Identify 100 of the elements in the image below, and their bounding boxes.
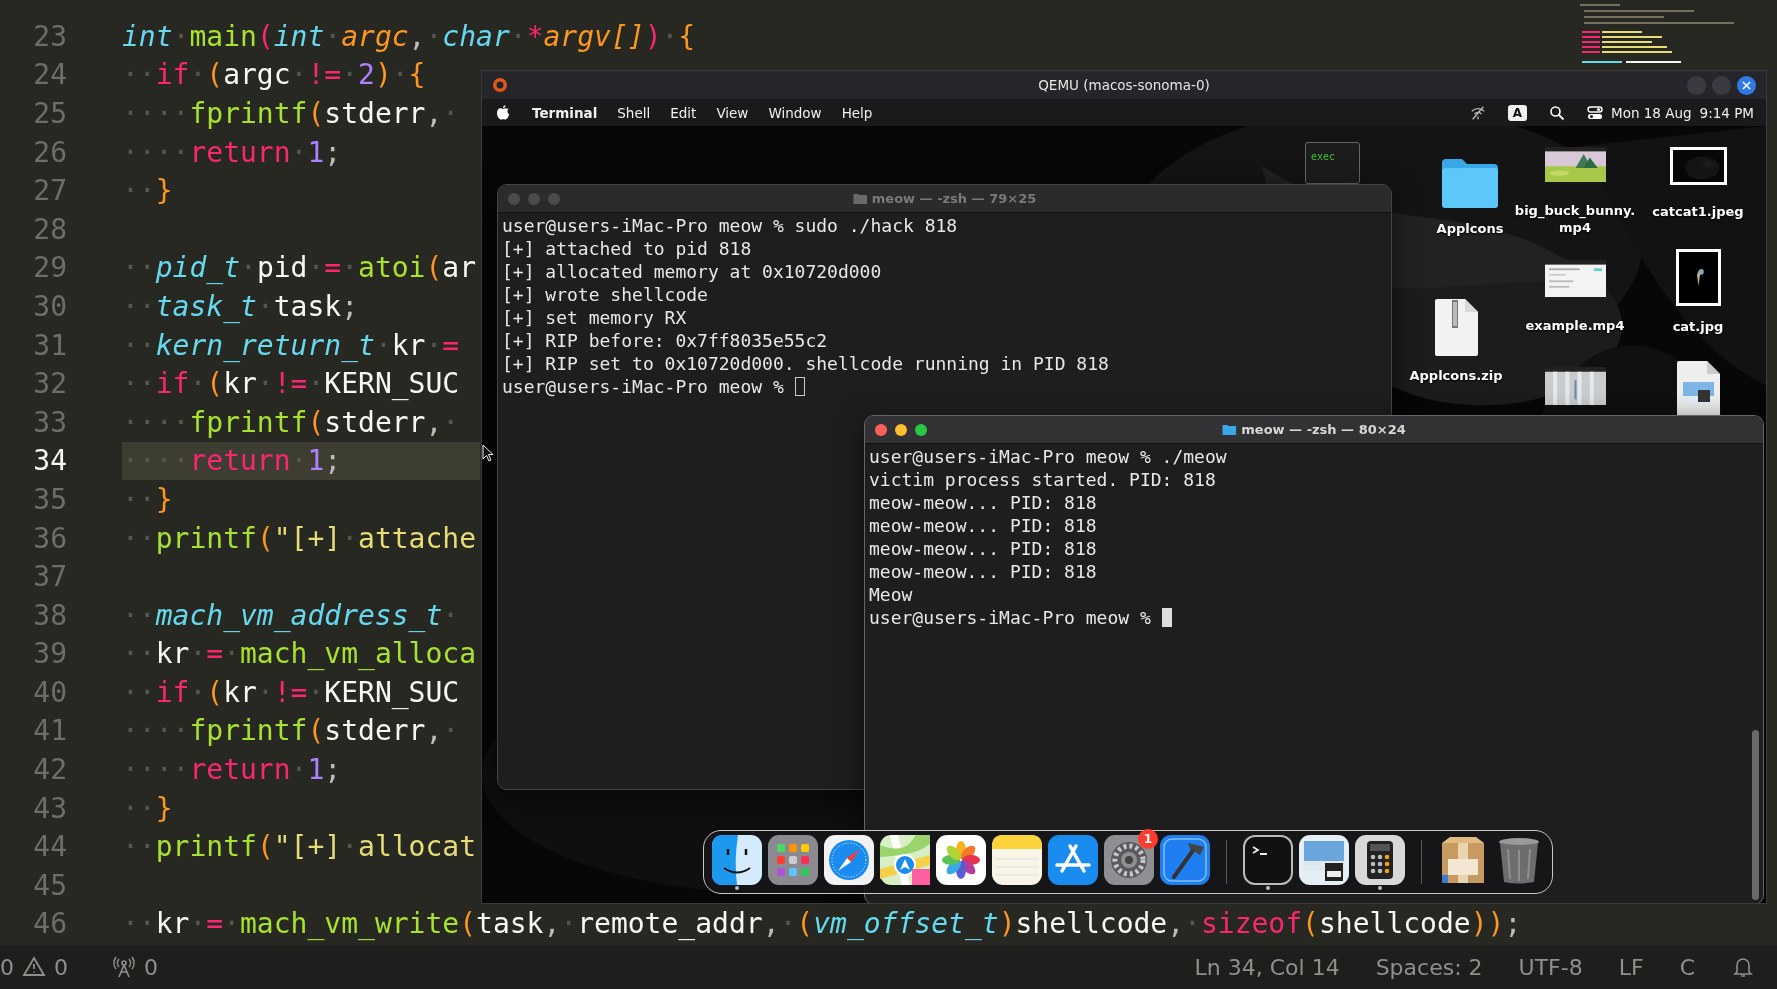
port-count[interactable]: 0 <box>144 954 158 980</box>
code-line: ··printf("[+]·allocat <box>122 830 477 864</box>
code-line: ··printf("[+]·attache <box>122 521 477 555</box>
minimize-button[interactable] <box>895 423 907 436</box>
warning-count[interactable]: 0 <box>54 954 68 980</box>
encoding[interactable]: UTF-8 <box>1518 954 1583 980</box>
error-count[interactable]: 0 <box>0 954 14 980</box>
window-thumbnail[interactable]: exec <box>1305 142 1360 184</box>
line-number: 34 <box>32 444 67 478</box>
scrollbar-thumb[interactable] <box>1752 730 1759 900</box>
file-name: big_buck_bunny. mp4 <box>1514 202 1636 236</box>
indentation[interactable]: Spaces: 2 <box>1375 954 1483 980</box>
terminal-line: meow-meow... PID: 818 <box>869 538 1097 559</box>
line-number: 39 <box>32 637 67 671</box>
terminal-line: [+] set memory RX <box>502 307 687 328</box>
line-number: 26 <box>32 135 67 169</box>
code-line: ··mach_vm_address_t· <box>122 598 460 632</box>
line-number: 24 <box>32 58 67 92</box>
apple-icon[interactable] <box>496 104 510 121</box>
app-menu[interactable]: Terminal <box>532 104 598 121</box>
menu-item[interactable]: Window <box>768 104 822 121</box>
line-number: 35 <box>32 482 67 516</box>
a-shape-icon[interactable] <box>1048 835 1098 885</box>
notepad-icon[interactable] <box>992 835 1042 885</box>
search-icon[interactable] <box>1549 104 1565 121</box>
terminal-line: meow-meow... PID: 818 <box>869 515 1097 536</box>
warning-icon[interactable] <box>22 955 46 979</box>
line-number: 28 <box>32 212 67 246</box>
smiling-face-icon[interactable] <box>712 835 762 885</box>
flower-icon[interactable] <box>936 835 986 885</box>
terminal-line: user@users-iMac-Pro meow % ./meow <box>869 446 1227 467</box>
terminal-line: [+] allocated memory at 0x10720d000 <box>502 261 882 282</box>
file-name: cat.jpg <box>1672 318 1724 335</box>
code-line: ··kr·=·mach_vm_write(task,·remote_addr,·(vm_offset_t)shellcode,·sizeof(shellcode)); <box>122 907 1522 941</box>
menu-item[interactable]: View <box>716 104 749 121</box>
app-grid-icon[interactable] <box>768 835 818 885</box>
line-number: 25 <box>32 97 67 130</box>
line-number: 45 <box>32 868 67 902</box>
code-line: ··if·(argc·!=·2)·{ <box>122 58 426 92</box>
map-icon[interactable] <box>880 835 930 885</box>
image-icon[interactable] <box>1299 835 1349 885</box>
close-icon <box>1742 80 1751 90</box>
code-line: ··} <box>122 174 173 208</box>
code-line: ··task_t·task; <box>122 289 359 323</box>
line-number: 42 <box>32 753 67 787</box>
line-number: 38 <box>32 598 67 632</box>
gear-icon[interactable] <box>1104 835 1154 885</box>
code-line: ····fprintf(stderr,· <box>122 97 460 130</box>
file-name: catcat1.jpeg <box>1652 203 1744 220</box>
compass-icon[interactable] <box>824 835 874 885</box>
terminal-line: [+] RIP set to 0x10720d000. shellcode running in PID 818 <box>502 353 1109 374</box>
cursor-position[interactable]: Ln 34, Col 14 <box>1194 954 1340 980</box>
line-number: 27 <box>32 174 67 208</box>
terminal-line: meow-meow... PID: 818 <box>869 492 1097 513</box>
close-button[interactable] <box>1737 75 1756 95</box>
menu-time[interactable]: 9:14 PM <box>1699 104 1754 121</box>
control-center-icon[interactable] <box>1587 104 1603 121</box>
line-number: 23 <box>32 19 67 53</box>
app-icon <box>492 77 508 93</box>
menu-item[interactable]: Shell <box>617 104 651 121</box>
input-source[interactable]: A <box>1507 104 1527 121</box>
code-line: ··pid_t·pid·=·atoi(ar <box>122 251 477 285</box>
terminal-line: Meow <box>869 584 913 605</box>
code-line: ··if·(kr·!=·KERN_SUC <box>122 675 460 709</box>
line-number: 37 <box>32 560 67 594</box>
hammer-icon[interactable] <box>1160 835 1210 885</box>
code-line: ····fprintf(stderr,· <box>122 714 460 748</box>
file-name: example.mp4 <box>1525 317 1625 334</box>
terminal-line: user@users-iMac-Pro meow % <box>502 376 784 397</box>
line-ending[interactable]: LF <box>1618 954 1644 980</box>
line-number: 33 <box>32 405 67 439</box>
code-line: ··} <box>122 482 173 516</box>
code-line: ··if·(kr·!=·KERN_SUC <box>122 367 460 401</box>
language-mode[interactable]: C <box>1679 954 1695 980</box>
broadcast-icon[interactable] <box>112 955 136 979</box>
code-line: ····return·1; <box>122 753 342 787</box>
file-name: Applcons.zip <box>1409 367 1503 384</box>
zoom-button[interactable] <box>915 423 927 436</box>
pointer-icon <box>482 444 494 462</box>
menu-item[interactable]: Help <box>841 104 873 121</box>
network-icon[interactable] <box>1469 104 1486 121</box>
image-file-icon[interactable] <box>1675 360 1721 415</box>
line-number: 32 <box>32 367 67 401</box>
line-number: 30 <box>32 289 67 323</box>
zip-file-icon[interactable] <box>1433 298 1479 357</box>
bell-icon[interactable] <box>1731 955 1755 979</box>
code-line: ····fprintf(stderr,· <box>122 405 460 439</box>
terminal-icon[interactable] <box>1243 835 1293 885</box>
code-line: int·main(int·argc,·char·*argv[])·{ <box>122 19 696 53</box>
code-line: ··} <box>122 791 173 825</box>
calculator-icon[interactable] <box>1355 835 1405 885</box>
notification-badge: 1 <box>1138 829 1158 849</box>
menu-item[interactable]: Edit <box>670 104 697 121</box>
terminal-line: [+] wrote shellcode <box>502 284 708 305</box>
window-title: meow — -zsh — 79×25 <box>871 191 1037 206</box>
window-title: meow — -zsh — 80×24 <box>1241 422 1406 437</box>
menu-date[interactable]: Mon 18 Aug <box>1611 104 1692 121</box>
terminal-line: user@users-iMac-Pro meow % sudo ./hack 818 <box>502 215 958 236</box>
terminal-line: meow-meow... PID: 818 <box>869 561 1097 582</box>
code-line: ··kern_return_t·kr·= <box>122 328 460 362</box>
